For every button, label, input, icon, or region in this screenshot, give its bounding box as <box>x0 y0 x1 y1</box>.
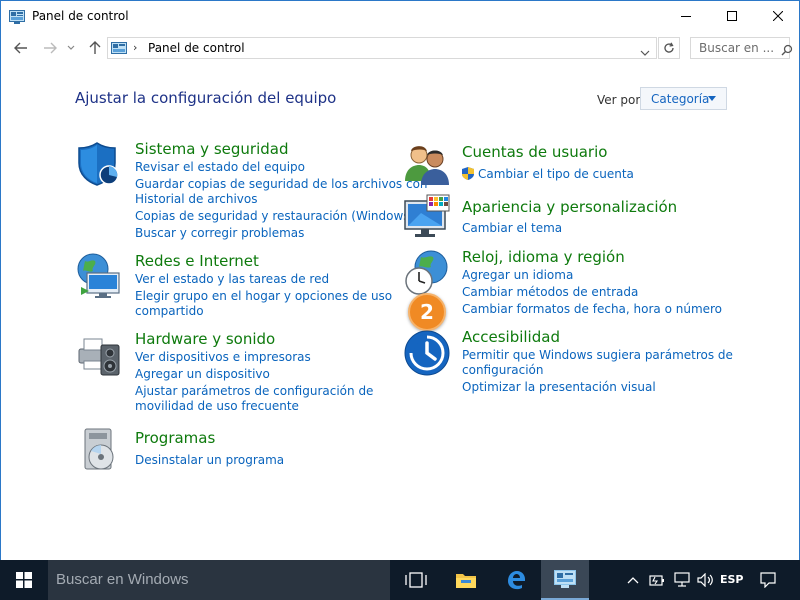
category-title-network[interactable]: Redes e Internet <box>135 252 259 270</box>
link-windows-suggest-cont[interactable]: configuración <box>462 363 544 378</box>
up-button[interactable] <box>86 39 104 57</box>
windows-logo-icon <box>16 572 32 588</box>
chevron-down-icon <box>640 50 650 56</box>
link-backup-restore[interactable]: Copias de seguridad y restauración (Wind… <box>135 209 426 224</box>
taskbar: Buscar en Windows ESP <box>0 560 800 600</box>
category-title-accounts[interactable]: Cuentas de usuario <box>462 143 607 161</box>
link-file-history[interactable]: Historial de archivos <box>135 192 258 207</box>
speaker-icon <box>697 573 713 587</box>
category-title-programs[interactable]: Programas <box>135 429 215 447</box>
window-title: Panel de control <box>32 9 129 23</box>
accessibility-icon[interactable] <box>403 329 451 377</box>
category-title-clock-region[interactable]: Reloj, idioma y región <box>462 248 625 266</box>
forward-button[interactable] <box>41 39 59 57</box>
task-view-button[interactable] <box>392 560 440 600</box>
recent-locations-button[interactable] <box>65 39 77 57</box>
link-add-language[interactable]: Agregar un idioma <box>462 268 573 283</box>
edge-icon <box>508 571 525 590</box>
programs-icon[interactable] <box>75 425 123 473</box>
link-save-backups[interactable]: Guardar copias de seguridad de los archi… <box>135 177 428 192</box>
link-change-theme[interactable]: Cambiar el tema <box>462 221 562 236</box>
view-by-dropdown[interactable]: Categoría <box>640 87 727 110</box>
minimize-button[interactable] <box>663 1 709 31</box>
step-number-badge: 2 <box>408 293 446 331</box>
search-icon <box>781 41 793 60</box>
link-homegroup[interactable]: Elegir grupo en el hogar y opciones de u… <box>135 289 392 304</box>
control-panel-window: Panel de control › Panel de control Busc… <box>0 0 800 560</box>
taskbar-search-input[interactable]: Buscar en Windows <box>48 560 390 600</box>
page-title: Ajustar la configuración del equipo <box>75 89 337 107</box>
address-bar[interactable]: › Panel de control <box>107 37 657 59</box>
view-by-label: Ver por: <box>597 93 645 107</box>
breadcrumb-separator: › <box>133 41 138 54</box>
view-by-value: Categoría <box>651 92 710 106</box>
network-tray-button[interactable] <box>672 560 692 600</box>
category-title-accessibility[interactable]: Accesibilidad <box>462 328 560 346</box>
close-button[interactable] <box>755 1 799 31</box>
users-icon[interactable] <box>403 141 451 189</box>
control-panel-taskbar-button[interactable] <box>541 560 589 600</box>
file-explorer-button[interactable] <box>442 560 490 600</box>
control-panel-icon <box>554 570 576 588</box>
uac-shield-icon <box>461 166 475 185</box>
start-button[interactable] <box>0 560 48 600</box>
refresh-button[interactable] <box>658 37 680 59</box>
action-center-button[interactable] <box>756 560 780 600</box>
category-title-appearance[interactable]: Apariencia y personalización <box>462 198 677 216</box>
maximize-button[interactable] <box>709 1 755 31</box>
task-view-icon <box>405 572 427 588</box>
close-icon <box>773 11 783 21</box>
link-network-status[interactable]: Ver el estado y las tareas de red <box>135 272 329 287</box>
link-add-device[interactable]: Agregar un dispositivo <box>135 367 270 382</box>
link-optimize-display[interactable]: Optimizar la presentación visual <box>462 380 656 395</box>
power-tray-button[interactable] <box>648 560 668 600</box>
network-globe-icon[interactable] <box>75 251 123 299</box>
clock-globe-icon[interactable] <box>403 249 451 297</box>
link-input-methods[interactable]: Cambiar métodos de entrada <box>462 285 638 300</box>
minimize-icon <box>681 16 691 17</box>
back-arrow-icon <box>14 42 27 54</box>
link-change-account-type[interactable]: Cambiar el tipo de cuenta <box>478 167 634 182</box>
forward-arrow-icon <box>44 42 57 54</box>
category-title-hardware[interactable]: Hardware y sonido <box>135 330 275 348</box>
link-troubleshoot[interactable]: Buscar y corregir problemas <box>135 226 304 241</box>
link-devices-printers[interactable]: Ver dispositivos e impresoras <box>135 350 311 365</box>
printer-speaker-icon[interactable] <box>75 331 123 379</box>
chevron-down-icon <box>67 45 75 50</box>
control-panel-icon <box>111 41 127 60</box>
chevron-up-icon <box>627 577 639 584</box>
caret-down-icon <box>708 96 716 101</box>
link-mobility-settings-cont[interactable]: movilidad de uso frecuente <box>135 399 299 414</box>
link-windows-suggest[interactable]: Permitir que Windows sugiera parámetros … <box>462 348 733 363</box>
control-panel-icon <box>9 9 25 24</box>
notification-icon <box>760 572 776 588</box>
input-language-indicator[interactable]: ESP <box>720 573 744 586</box>
up-arrow-icon <box>89 41 101 54</box>
breadcrumb[interactable]: Panel de control <box>148 41 245 55</box>
link-mobility-settings[interactable]: Ajustar parámetros de configuración de <box>135 384 373 399</box>
search-input[interactable]: Buscar en ... <box>690 37 790 59</box>
appearance-monitor-icon[interactable] <box>403 193 451 241</box>
maximize-icon <box>727 11 737 21</box>
folder-icon <box>456 574 476 588</box>
battery-plug-icon <box>649 575 664 586</box>
link-homegroup-sharing[interactable]: compartido <box>135 304 204 319</box>
volume-tray-button[interactable] <box>696 560 716 600</box>
address-dropdown-button[interactable] <box>640 42 650 61</box>
show-hidden-icons-button[interactable] <box>624 560 642 600</box>
category-title-system[interactable]: Sistema y seguridad <box>135 140 288 158</box>
edge-browser-button[interactable] <box>492 560 540 600</box>
link-uninstall-program[interactable]: Desinstalar un programa <box>135 453 284 468</box>
back-button[interactable] <box>12 39 30 57</box>
network-icon <box>674 572 690 587</box>
shield-icon[interactable] <box>75 139 123 187</box>
link-review-status[interactable]: Revisar el estado del equipo <box>135 160 305 175</box>
link-date-time-format[interactable]: Cambiar formatos de fecha, hora o número <box>462 302 722 317</box>
refresh-icon <box>664 42 674 53</box>
title-bar: Panel de control <box>1 1 799 31</box>
